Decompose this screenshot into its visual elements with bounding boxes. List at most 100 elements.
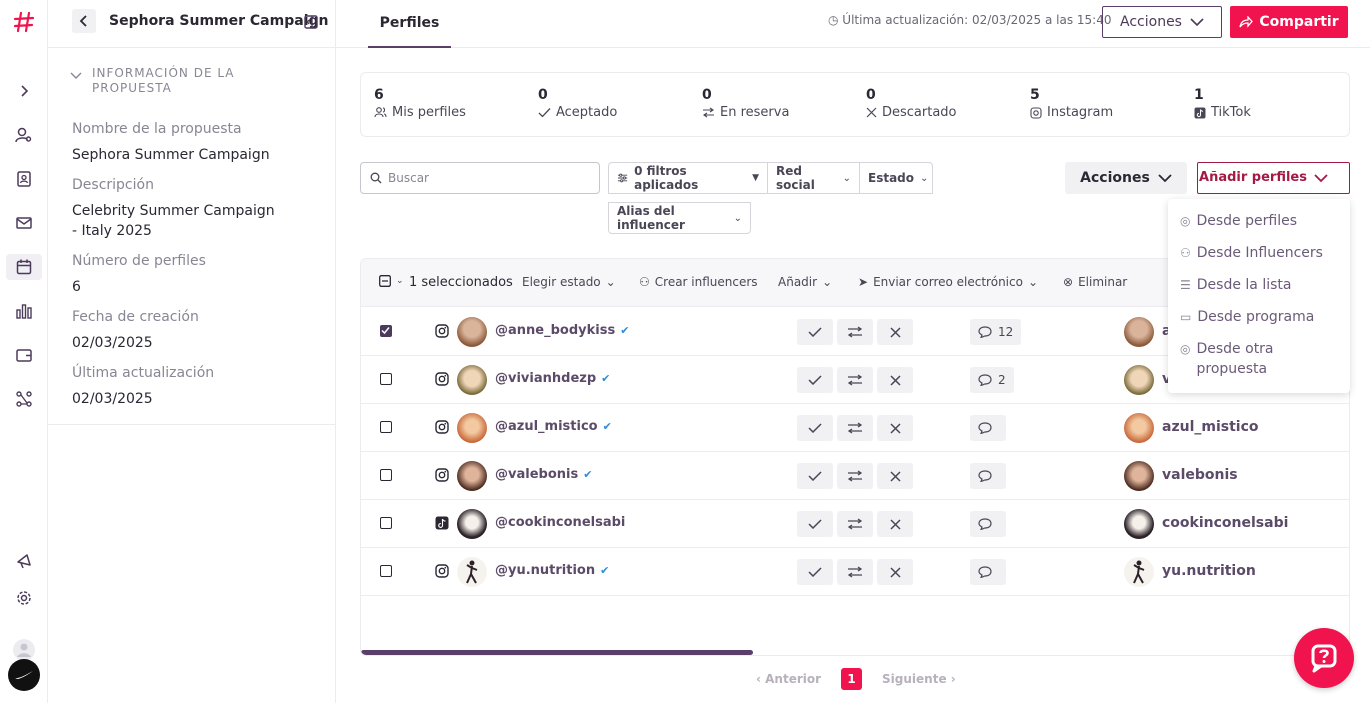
- header-actions-button[interactable]: Acciones: [1102, 6, 1222, 38]
- contacts-icon[interactable]: [12, 167, 36, 191]
- discard-button[interactable]: [877, 415, 913, 441]
- table-row[interactable]: @cookinconelsabi cookinconelsabi: [361, 500, 1349, 548]
- comments-button[interactable]: [970, 559, 1006, 585]
- chevron-right-icon[interactable]: [12, 79, 36, 103]
- row-checkbox[interactable]: [380, 325, 392, 337]
- accept-button[interactable]: [797, 319, 833, 345]
- social-filter[interactable]: Red social ⌄: [767, 162, 860, 194]
- users-icon: [374, 107, 387, 118]
- comment-count: 12: [998, 325, 1014, 339]
- discard-button[interactable]: [877, 559, 913, 585]
- profile-handle[interactable]: @vivianhdezp ✔: [495, 371, 610, 386]
- profile-handle[interactable]: @valebonis ✔: [495, 467, 592, 482]
- section-header[interactable]: INFORMACIÓN DE LA PROPUESTA: [70, 66, 270, 96]
- settings-gear-icon[interactable]: [12, 586, 36, 610]
- row-checkbox[interactable]: [380, 565, 392, 577]
- add-label: Añadir: [778, 275, 818, 289]
- next-page-button[interactable]: Siguiente ›: [882, 672, 956, 686]
- menu-item-from-list[interactable]: ☰ Desde la lista: [1180, 275, 1291, 295]
- mail-icon[interactable]: [12, 211, 36, 235]
- stat-instagram[interactable]: 5 Instagram: [1030, 87, 1113, 120]
- brand-logo-icon[interactable]: [8, 659, 40, 691]
- prev-page-button[interactable]: ‹ Anterior: [756, 672, 821, 686]
- horizontal-scrollbar[interactable]: [361, 650, 753, 655]
- network-icon[interactable]: [12, 387, 36, 411]
- handle-text: @yu.nutrition: [495, 563, 596, 578]
- comments-button[interactable]: [970, 463, 1006, 489]
- delete-button[interactable]: ⊗ Eliminar: [1063, 275, 1127, 289]
- reserve-button[interactable]: [837, 463, 873, 489]
- swap-icon: [847, 422, 863, 434]
- swap-icon: [847, 470, 863, 482]
- reserve-button[interactable]: [837, 559, 873, 585]
- minus-checkbox-icon: [379, 275, 391, 287]
- profile-handle[interactable]: @azul_mistico ✔: [495, 419, 612, 434]
- chevron-down-icon: ⌄: [920, 172, 929, 184]
- megaphone-icon[interactable]: [12, 549, 36, 573]
- comments-button[interactable]: 12: [970, 319, 1022, 345]
- discard-button[interactable]: [877, 319, 913, 345]
- stat-reserved[interactable]: 0 En reserva: [702, 87, 789, 120]
- stat-label: Instagram: [1047, 105, 1114, 120]
- table-row[interactable]: @yu.nutrition ✔ yu.nutrition: [361, 548, 1349, 596]
- page-number[interactable]: 1: [841, 668, 863, 690]
- row-checkbox[interactable]: [380, 421, 392, 433]
- menu-item-from-influencers[interactable]: ⚇ Desde Influencers: [1180, 243, 1323, 263]
- row-checkbox[interactable]: [380, 469, 392, 481]
- accept-button[interactable]: [797, 463, 833, 489]
- help-chat-button[interactable]: [1294, 628, 1354, 688]
- calendar-icon[interactable]: [6, 254, 42, 280]
- add-dropdown[interactable]: Añadir ⌄: [778, 275, 832, 289]
- state-filter[interactable]: Estado ⌄: [859, 162, 933, 194]
- reserve-button[interactable]: [837, 319, 873, 345]
- reserve-button[interactable]: [837, 511, 873, 537]
- create-influencers-button[interactable]: ⚇ Crear influencers: [639, 275, 758, 289]
- prev-label: Anterior: [765, 672, 822, 686]
- wallet-icon[interactable]: [12, 343, 36, 367]
- menu-item-from-other-proposal[interactable]: ◎ Desde otra propuesta: [1180, 339, 1330, 379]
- menu-item-from-program[interactable]: ▭ Desde programa: [1180, 307, 1314, 327]
- stat-discarded[interactable]: 0 Descartado: [866, 87, 957, 120]
- user-search-icon[interactable]: [12, 123, 36, 147]
- stat-tiktok[interactable]: 1 TikTok: [1194, 87, 1251, 120]
- table-row[interactable]: @valebonis ✔ valebonis: [361, 452, 1349, 500]
- accept-button[interactable]: [797, 559, 833, 585]
- table-actions-button[interactable]: Acciones: [1065, 162, 1187, 194]
- search-input[interactable]: Buscar: [360, 162, 600, 194]
- comments-button[interactable]: [970, 511, 1006, 537]
- alias-filter[interactable]: Alias del influencer ⌄: [608, 202, 751, 234]
- stat-label: Mis perfiles: [392, 105, 466, 120]
- row-checkbox[interactable]: [380, 373, 392, 385]
- reserve-button[interactable]: [837, 367, 873, 393]
- comments-button[interactable]: 2: [970, 367, 1014, 393]
- menu-item-from-profiles[interactable]: ◎ Desde perfiles: [1180, 211, 1297, 231]
- profile-handle[interactable]: @yu.nutrition ✔: [495, 563, 609, 578]
- accept-button[interactable]: [797, 415, 833, 441]
- select-all-toggle[interactable]: ⌄: [379, 275, 404, 287]
- stat-accepted[interactable]: 0 Aceptado: [538, 87, 617, 120]
- discard-button[interactable]: [877, 511, 913, 537]
- reserve-button[interactable]: [837, 415, 873, 441]
- bar-chart-icon[interactable]: [12, 299, 36, 323]
- discard-button[interactable]: [877, 367, 913, 393]
- tab-perfiles[interactable]: Perfiles: [368, 0, 451, 48]
- stat-my-profiles[interactable]: 6 Mis perfiles: [374, 87, 466, 120]
- send-email-dropdown[interactable]: ➤ Enviar correo electrónico ⌄: [858, 275, 1038, 289]
- profile-handle[interactable]: @anne_bodykiss ✔: [495, 323, 629, 338]
- filters-dropdown[interactable]: 0 filtros aplicados ▼: [608, 162, 768, 194]
- comments-button[interactable]: [970, 415, 1006, 441]
- choose-state-dropdown[interactable]: Elegir estado ⌄: [522, 275, 616, 289]
- field-last-update: Última actualización 02/03/2025: [72, 365, 282, 409]
- row-checkbox[interactable]: [380, 517, 392, 529]
- discard-button[interactable]: [877, 463, 913, 489]
- avatar: [1124, 557, 1154, 587]
- accept-button[interactable]: [797, 511, 833, 537]
- instagram-icon: [435, 468, 449, 482]
- comment-icon: [978, 422, 992, 434]
- profile-handle[interactable]: @cookinconelsabi: [495, 515, 625, 530]
- share-button[interactable]: Compartir: [1230, 6, 1348, 38]
- add-profiles-button[interactable]: Añadir perfiles: [1197, 162, 1350, 194]
- accept-button[interactable]: [797, 367, 833, 393]
- table-row[interactable]: @azul_mistico ✔ azul_mistico: [361, 404, 1349, 452]
- hashtag-logo-icon[interactable]: [12, 10, 36, 34]
